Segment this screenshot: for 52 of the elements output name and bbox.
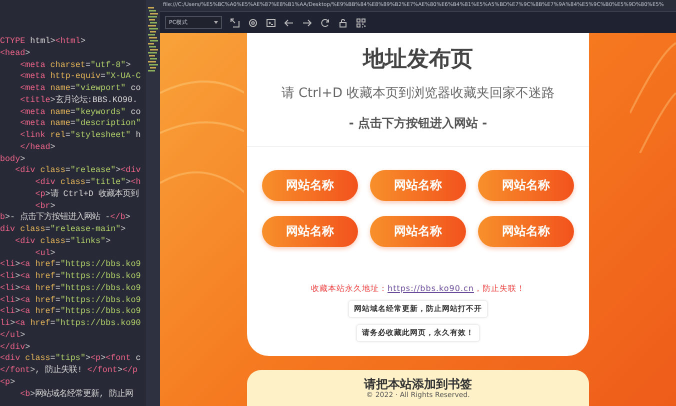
footer-title: 请把本站添加到书签 bbox=[364, 377, 472, 391]
code-line: <ul> bbox=[34, 248, 56, 260]
code-line: <li><a href="https://bbs.ko9 bbox=[0, 282, 141, 294]
site-link-button[interactable]: 网站名称 bbox=[478, 216, 574, 247]
caret-icon bbox=[214, 21, 218, 24]
code-line: <div class="links"> bbox=[14, 236, 111, 248]
code-line: <meta charset="utf-8"> bbox=[19, 60, 131, 72]
code-line: <br> bbox=[34, 200, 56, 212]
reload-icon[interactable] bbox=[320, 18, 330, 28]
code-line: body> bbox=[0, 154, 26, 166]
code-line: <b>网站域名经常更新, 防止网 bbox=[19, 388, 134, 400]
code-line: <li><a href="https://bbs.ko9 bbox=[0, 259, 141, 271]
code-line: </head> bbox=[19, 142, 56, 154]
terminal-icon[interactable] bbox=[266, 18, 276, 28]
site-link-button[interactable]: 网站名称 bbox=[478, 170, 574, 201]
code-line: <div class="release"><div bbox=[14, 165, 141, 177]
code-line: b>- 点击下方按钮进入网站 -</b> bbox=[0, 212, 130, 224]
code-line: li><a href="https://bbs.ko90 bbox=[0, 318, 141, 330]
bookmark-hint: 请 Ctrl+D 收藏本页到浏览器收藏夹回家不迷路 bbox=[281, 85, 555, 102]
resize-icon[interactable] bbox=[230, 18, 240, 28]
site-link-button[interactable]: 网站名称 bbox=[370, 216, 466, 247]
code-line: <meta name="keywords" co bbox=[19, 106, 141, 118]
settings-icon[interactable] bbox=[248, 18, 258, 28]
code-line: <li><a href="https://bbs.ko9 bbox=[0, 271, 141, 283]
back-icon[interactable] bbox=[284, 18, 294, 28]
lock-icon[interactable] bbox=[338, 18, 348, 28]
code-line: </font>, 防止失联! </font></p bbox=[0, 365, 138, 377]
code-line: CTYPE html><html> bbox=[0, 36, 86, 48]
code-line: <li><a href="https://bbs.ko9 bbox=[0, 306, 141, 318]
site-link-button[interactable]: 网站名称 bbox=[370, 170, 466, 201]
code-line: <div class="title"><h bbox=[34, 177, 141, 189]
code-line: </div> bbox=[0, 342, 30, 354]
code-line: div class="release-main"> bbox=[0, 224, 126, 236]
site-link-button[interactable]: 网站名称 bbox=[262, 170, 358, 201]
code-line: <title>玄月论坛:BBS.KO90. bbox=[19, 94, 138, 106]
code-line: <div class="tips"><p><font c bbox=[0, 353, 141, 365]
code-line: <p>请 Ctrl+D 收藏本页到 bbox=[34, 188, 138, 200]
site-link-button[interactable]: 网站名称 bbox=[262, 216, 358, 247]
code-line: <meta name="viewport" co bbox=[19, 83, 141, 94]
forward-icon[interactable] bbox=[302, 18, 312, 28]
code-line: <meta http-equiv="X-UA-C bbox=[19, 71, 141, 83]
code-line: <p> bbox=[0, 376, 16, 388]
code-line: <meta name="description" bbox=[19, 118, 141, 130]
permanent-address-notice: 收藏本站永久地址：https://bbs.ko90.cn，防止失联！ bbox=[311, 283, 525, 294]
address-link[interactable]: https://bbs.ko90.cn bbox=[388, 284, 474, 293]
qr-code-icon[interactable] bbox=[356, 18, 366, 28]
code-line: <link rel="stylesheet" h bbox=[19, 130, 141, 142]
code-line: <li><a href="https://bbs.ko9 bbox=[0, 294, 141, 306]
code-line: <head> bbox=[0, 48, 30, 60]
code-line: </ul> bbox=[0, 330, 26, 342]
page-title: 地址发布页 bbox=[363, 46, 473, 74]
click-prompt: - 点击下方按钮进入网站 - bbox=[348, 115, 488, 132]
